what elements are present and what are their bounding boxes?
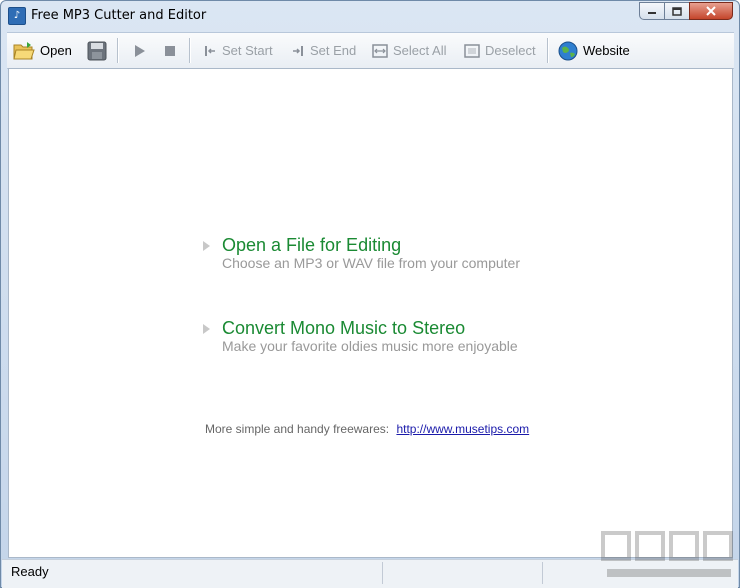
toolbar: Open Set Start Set End Select All Desele… bbox=[7, 32, 734, 69]
maximize-icon bbox=[672, 6, 682, 16]
open-folder-icon bbox=[13, 41, 35, 59]
action-title[interactable]: Open a File for Editing bbox=[222, 235, 401, 256]
select-all-button[interactable]: Select All bbox=[372, 33, 446, 68]
set-start-icon bbox=[205, 45, 215, 56]
select-all-label: Select All bbox=[393, 43, 447, 58]
select-all-icon bbox=[372, 43, 388, 58]
website-button[interactable]: Website bbox=[558, 33, 630, 68]
freeware-footer: More simple and handy freewares: http://… bbox=[205, 422, 529, 436]
close-icon bbox=[706, 6, 716, 16]
minimize-button[interactable] bbox=[639, 2, 665, 20]
set-end-icon bbox=[293, 45, 303, 56]
website-label: Website bbox=[583, 43, 630, 58]
set-start-button[interactable]: Set Start bbox=[203, 33, 273, 68]
title-bar[interactable]: ♪ Free MP3 Cutter and Editor bbox=[1, 1, 739, 31]
open-button-label: Open bbox=[40, 43, 72, 58]
play-button[interactable] bbox=[133, 33, 147, 68]
minimize-icon bbox=[648, 12, 656, 14]
deselect-icon bbox=[464, 43, 480, 58]
app-window: ♪ Free MP3 Cutter and Editor Open Set St… bbox=[0, 0, 740, 588]
close-button[interactable] bbox=[689, 2, 733, 20]
caption-buttons bbox=[639, 2, 733, 22]
action-subtitle: Choose an MP3 or WAV file from your comp… bbox=[222, 255, 520, 271]
status-divider bbox=[542, 562, 543, 584]
arrow-icon bbox=[203, 324, 210, 334]
welcome-panel: Open a File for Editing Choose an MP3 or… bbox=[8, 68, 733, 558]
globe-icon bbox=[558, 41, 578, 60]
window-title: Free MP3 Cutter and Editor bbox=[31, 8, 207, 23]
arrow-icon bbox=[203, 241, 210, 251]
toolbar-separator bbox=[189, 38, 191, 63]
action-title[interactable]: Convert Mono Music to Stereo bbox=[222, 318, 465, 339]
open-button[interactable]: Open bbox=[13, 33, 72, 68]
deselect-button[interactable]: Deselect bbox=[464, 33, 536, 68]
set-end-button[interactable]: Set End bbox=[291, 33, 356, 68]
footer-text: More simple and handy freewares: bbox=[205, 422, 390, 436]
maximize-button[interactable] bbox=[664, 2, 690, 20]
action-subtitle: Make your favorite oldies music more enj… bbox=[222, 338, 518, 354]
deselect-label: Deselect bbox=[485, 43, 536, 58]
watermark-logo bbox=[601, 531, 733, 577]
toolbar-separator bbox=[117, 38, 119, 63]
play-icon bbox=[135, 44, 145, 57]
website-link[interactable]: http://www.musetips.com bbox=[396, 422, 529, 436]
stop-button[interactable] bbox=[164, 33, 176, 68]
save-button[interactable] bbox=[87, 33, 107, 68]
stop-icon bbox=[165, 45, 175, 56]
toolbar-separator bbox=[547, 38, 549, 63]
save-disk-icon bbox=[87, 41, 107, 60]
status-text: Ready bbox=[11, 564, 49, 579]
status-divider bbox=[382, 562, 383, 584]
app-icon[interactable]: ♪ bbox=[8, 7, 26, 25]
set-end-label: Set End bbox=[310, 43, 357, 58]
set-start-label: Set Start bbox=[222, 43, 273, 58]
